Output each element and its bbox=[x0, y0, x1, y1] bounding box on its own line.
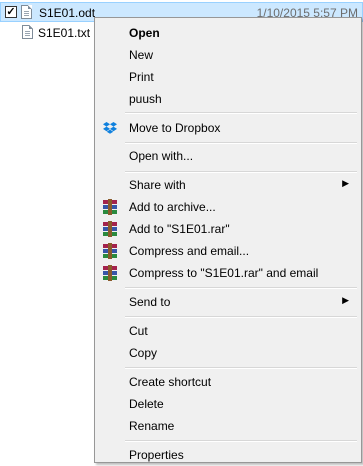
file-name[interactable]: S1E01.odt bbox=[39, 6, 95, 20]
menu-item-copy[interactable]: Copy bbox=[97, 342, 359, 364]
menu-item-compress-and-email[interactable]: Compress and email... bbox=[97, 240, 359, 262]
file-row-txt[interactable]: S1E01.txt bbox=[0, 23, 95, 43]
menu-item-compress-to-rar-email[interactable]: Compress to "S1E01.rar" and email bbox=[97, 262, 359, 284]
menu-separator bbox=[125, 440, 357, 442]
menu-label: Rename bbox=[129, 419, 175, 433]
menu-separator bbox=[125, 112, 357, 114]
menu-label: Properties bbox=[129, 448, 184, 462]
menu-label: Add to "S1E01.rar" bbox=[129, 222, 230, 236]
dropbox-icon bbox=[102, 120, 118, 136]
menu-item-add-to-rar[interactable]: Add to "S1E01.rar" bbox=[97, 218, 359, 240]
menu-label: Send to bbox=[129, 295, 171, 309]
menu-item-move-to-dropbox[interactable]: Move to Dropbox bbox=[97, 117, 359, 139]
file-name[interactable]: S1E01.txt bbox=[38, 26, 90, 40]
menu-item-properties[interactable]: Properties bbox=[97, 444, 359, 466]
menu-label: Copy bbox=[129, 346, 158, 360]
menu-item-open-with[interactable]: Open with... bbox=[97, 145, 359, 167]
menu-label: Cut bbox=[129, 324, 148, 338]
winrar-icon bbox=[102, 199, 118, 215]
menu-separator bbox=[125, 142, 357, 144]
menu-separator bbox=[125, 367, 357, 369]
winrar-icon bbox=[102, 221, 118, 237]
winrar-icon bbox=[102, 243, 118, 259]
menu-label: Print bbox=[129, 70, 154, 84]
menu-item-puush[interactable]: puush bbox=[97, 88, 359, 110]
menu-label: Move to Dropbox bbox=[129, 121, 221, 135]
document-icon bbox=[21, 5, 32, 19]
menu-separator bbox=[125, 287, 357, 289]
winrar-icon bbox=[102, 265, 118, 281]
menu-label: Delete bbox=[129, 397, 164, 411]
menu-item-send-to[interactable]: Send to ▶ bbox=[97, 291, 359, 313]
chevron-right-icon: ▶ bbox=[342, 178, 349, 188]
menu-label: puush bbox=[129, 92, 162, 106]
context-menu: Open New Print puush Move to Dropbox Ope… bbox=[94, 17, 362, 463]
menu-label: Create shortcut bbox=[129, 375, 212, 389]
menu-separator bbox=[125, 316, 357, 318]
menu-item-add-to-archive[interactable]: Add to archive... bbox=[97, 196, 359, 218]
menu-item-open[interactable]: Open bbox=[97, 22, 359, 44]
menu-item-share-with[interactable]: Share with ▶ bbox=[97, 174, 359, 196]
menu-separator bbox=[125, 171, 357, 173]
menu-item-cut[interactable]: Cut bbox=[97, 320, 359, 342]
menu-item-delete[interactable]: Delete bbox=[97, 393, 359, 415]
chevron-right-icon: ▶ bbox=[342, 295, 349, 305]
text-file-icon bbox=[22, 25, 33, 39]
file-checkbox[interactable]: ✓ bbox=[5, 6, 17, 18]
menu-item-rename[interactable]: Rename bbox=[97, 415, 359, 437]
menu-item-new[interactable]: New bbox=[97, 44, 359, 66]
menu-label: Compress and email... bbox=[129, 244, 250, 258]
menu-label: New bbox=[129, 48, 154, 62]
menu-label: Share with bbox=[129, 178, 186, 192]
menu-label: Add to archive... bbox=[129, 200, 216, 214]
menu-item-create-shortcut[interactable]: Create shortcut bbox=[97, 371, 359, 393]
menu-item-print[interactable]: Print bbox=[97, 66, 359, 88]
menu-label: Open with... bbox=[129, 149, 194, 163]
menu-label: Compress to "S1E01.rar" and email bbox=[129, 266, 319, 280]
menu-label: Open bbox=[129, 26, 160, 40]
